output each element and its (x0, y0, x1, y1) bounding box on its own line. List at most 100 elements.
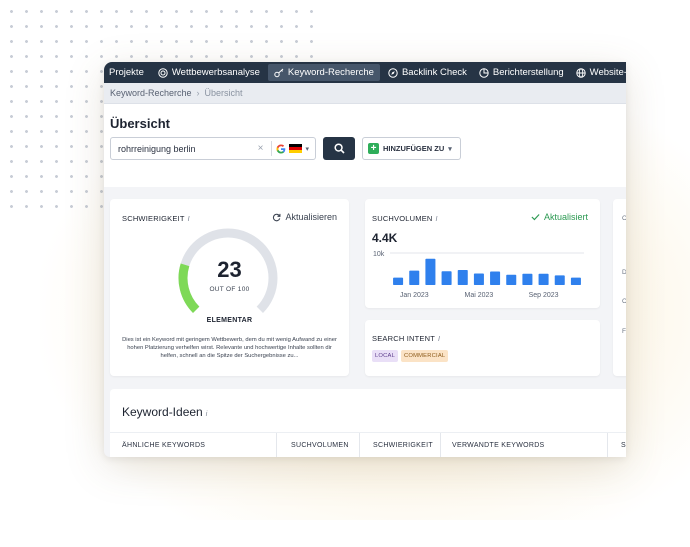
nav-label: Wettbewerbsanalyse (171, 67, 260, 78)
nav-item-backlink-check[interactable]: Backlink Check (382, 62, 473, 83)
info-icon[interactable]: i (206, 411, 208, 418)
nav-label: Berichterstellung (492, 67, 564, 78)
column-divider (276, 433, 277, 457)
breadcrumb-root[interactable]: Keyword-Recherche (110, 88, 192, 98)
search-volume-chart: 10k Jan 2023 Mai 2023 Sep 2023 (373, 251, 584, 299)
search-volume-value: 4.4K (372, 231, 398, 245)
nav-item-berichterstellung[interactable]: Berichterstellung (473, 62, 570, 83)
difficulty-card: SCHWIERIGKEIT i Aktualisieren 23 OUT OF 1… (110, 199, 349, 376)
clear-icon[interactable]: × (253, 143, 267, 154)
nav-item-keyword-recherche[interactable]: Keyword-Recherche (267, 64, 380, 81)
info-icon[interactable]: i (438, 336, 440, 343)
search-engine-select[interactable]: ▾ (276, 144, 315, 154)
pie-chart-icon (479, 67, 489, 78)
breadcrumb-separator: › (196, 88, 200, 98)
top-navigation: Projekte Wettbewerbsanalyse Keyword-Rech… (104, 62, 626, 83)
chevron-down-icon: ▾ (305, 145, 309, 153)
intent-chips: LOCAL COMMERCIAL (372, 350, 449, 362)
overview-cards: SCHWIERIGKEIT i Aktualisieren 23 OUT OF 1… (104, 187, 626, 457)
volume-bar (393, 277, 404, 285)
partial-card: C D C F (613, 199, 626, 376)
column-partial[interactable]: S (621, 433, 626, 457)
x-tick-label: Jan 2023 (400, 292, 429, 299)
column-divider (440, 433, 441, 457)
intent-chip-commercial: COMMERCIAL (401, 350, 449, 362)
search-icon (333, 143, 345, 154)
nav-label: Backlink Check (401, 67, 467, 78)
volume-bar (409, 270, 420, 285)
column-similar-keywords[interactable]: ÄHNLICHE KEYWORDS (122, 433, 205, 457)
column-divider (607, 433, 608, 457)
volume-bar (425, 258, 436, 285)
refresh-label: Aktualisieren (285, 212, 337, 222)
difficulty-score: 23 (217, 257, 242, 282)
page-header: Übersicht rohrreinigung berlin × ▾ + HIN… (104, 104, 626, 187)
column-search-volume[interactable]: SUCHVOLUMEN (291, 433, 349, 457)
add-to-button[interactable]: + HINZUFÜGEN ZU ▾ (362, 137, 461, 160)
germany-flag-icon (289, 144, 303, 153)
divider (271, 141, 273, 156)
keyword-ideas-header: ÄHNLICHE KEYWORDS SUCHVOLUMEN SCHWIERIGK… (110, 432, 626, 457)
google-icon (276, 144, 286, 153)
column-related-keywords[interactable]: VERWANDTE KEYWORDS (452, 433, 545, 457)
keyword-ideas-panel: Keyword-Ideen i ÄHNLICHE KEYWORDS SUCHVOL… (110, 389, 626, 457)
add-icon: + (368, 143, 379, 154)
keyword-ideas-title-text: Keyword-Ideen (122, 405, 203, 419)
x-tick-label: Sep 2023 (529, 292, 559, 299)
key-icon (274, 68, 284, 77)
partial-card-text: C (622, 215, 626, 222)
search-volume-card: SUCHVOLUMEN i Aktualisiert 4.4K 10k Jan 20… (365, 199, 600, 308)
updated-status: Aktualisiert (531, 212, 588, 222)
nav-item-projekte[interactable]: Projekte (104, 62, 152, 83)
add-to-label: HINZUFÜGEN ZU (383, 144, 445, 153)
nav-item-website-audit[interactable]: Website-Au (570, 62, 626, 83)
keyword-search-input[interactable]: rohrreinigung berlin × ▾ (110, 137, 316, 160)
difficulty-out-of: OUT OF 100 (209, 286, 250, 293)
nav-item-wettbewerbsanalyse[interactable]: Wettbewerbsanalyse (152, 62, 266, 83)
search-intent-label: SEARCH INTENT i (372, 334, 440, 343)
y-tick-label: 10k (373, 251, 385, 258)
app-window: Projekte Wettbewerbsanalyse Keyword-Rech… (104, 62, 626, 457)
volume-bar (538, 273, 549, 285)
intent-chip-local: LOCAL (372, 350, 399, 362)
difficulty-label-text: SCHWIERIGKEIT (122, 214, 185, 223)
info-icon[interactable]: i (436, 216, 438, 223)
search-intent-label-text: SEARCH INTENT (372, 334, 436, 343)
refresh-icon (273, 213, 281, 221)
info-icon[interactable]: i (188, 216, 190, 223)
refresh-button[interactable]: Aktualisieren (272, 212, 337, 222)
search-intent-card: SEARCH INTENT i LOCAL COMMERCIAL (365, 320, 600, 376)
partial-card-text: D (622, 269, 626, 276)
volume-bar (473, 273, 484, 285)
partial-card-text: F (622, 328, 626, 335)
column-difficulty[interactable]: SCHWIERIGKEIT (373, 433, 433, 457)
target-icon (158, 67, 168, 78)
volume-bar (457, 269, 468, 285)
nav-label: Website-Au (589, 67, 626, 78)
difficulty-label: SCHWIERIGKEIT i (122, 214, 190, 223)
search-volume-label: SUCHVOLUMEN i (372, 214, 438, 223)
nav-label: Projekte (109, 67, 144, 78)
x-tick-label: Mai 2023 (465, 292, 494, 299)
difficulty-description: Dies ist ein Keyword mit geringem Wettbe… (122, 337, 337, 359)
volume-bar (506, 274, 517, 285)
volume-bar (554, 275, 565, 285)
check-icon (531, 214, 540, 221)
column-divider (359, 433, 360, 457)
keyword-ideas-title: Keyword-Ideen i (122, 405, 207, 419)
volume-bar (570, 277, 581, 285)
globe-icon (575, 67, 586, 78)
difficulty-level: ELEMENTAR (206, 317, 253, 324)
search-button[interactable] (323, 137, 355, 160)
compass-icon (388, 67, 398, 78)
updated-label: Aktualisiert (543, 212, 588, 222)
search-volume-label-text: SUCHVOLUMEN (372, 214, 433, 223)
volume-bar (522, 273, 533, 285)
volume-bar (490, 271, 501, 285)
volume-bar (441, 271, 452, 285)
breadcrumb: Keyword-Recherche › Übersicht (104, 83, 626, 104)
breadcrumb-current: Übersicht (204, 88, 243, 98)
search-query: rohrreinigung berlin (118, 143, 196, 154)
partial-card-text: C (622, 298, 626, 305)
nav-label: Keyword-Recherche (287, 67, 374, 78)
